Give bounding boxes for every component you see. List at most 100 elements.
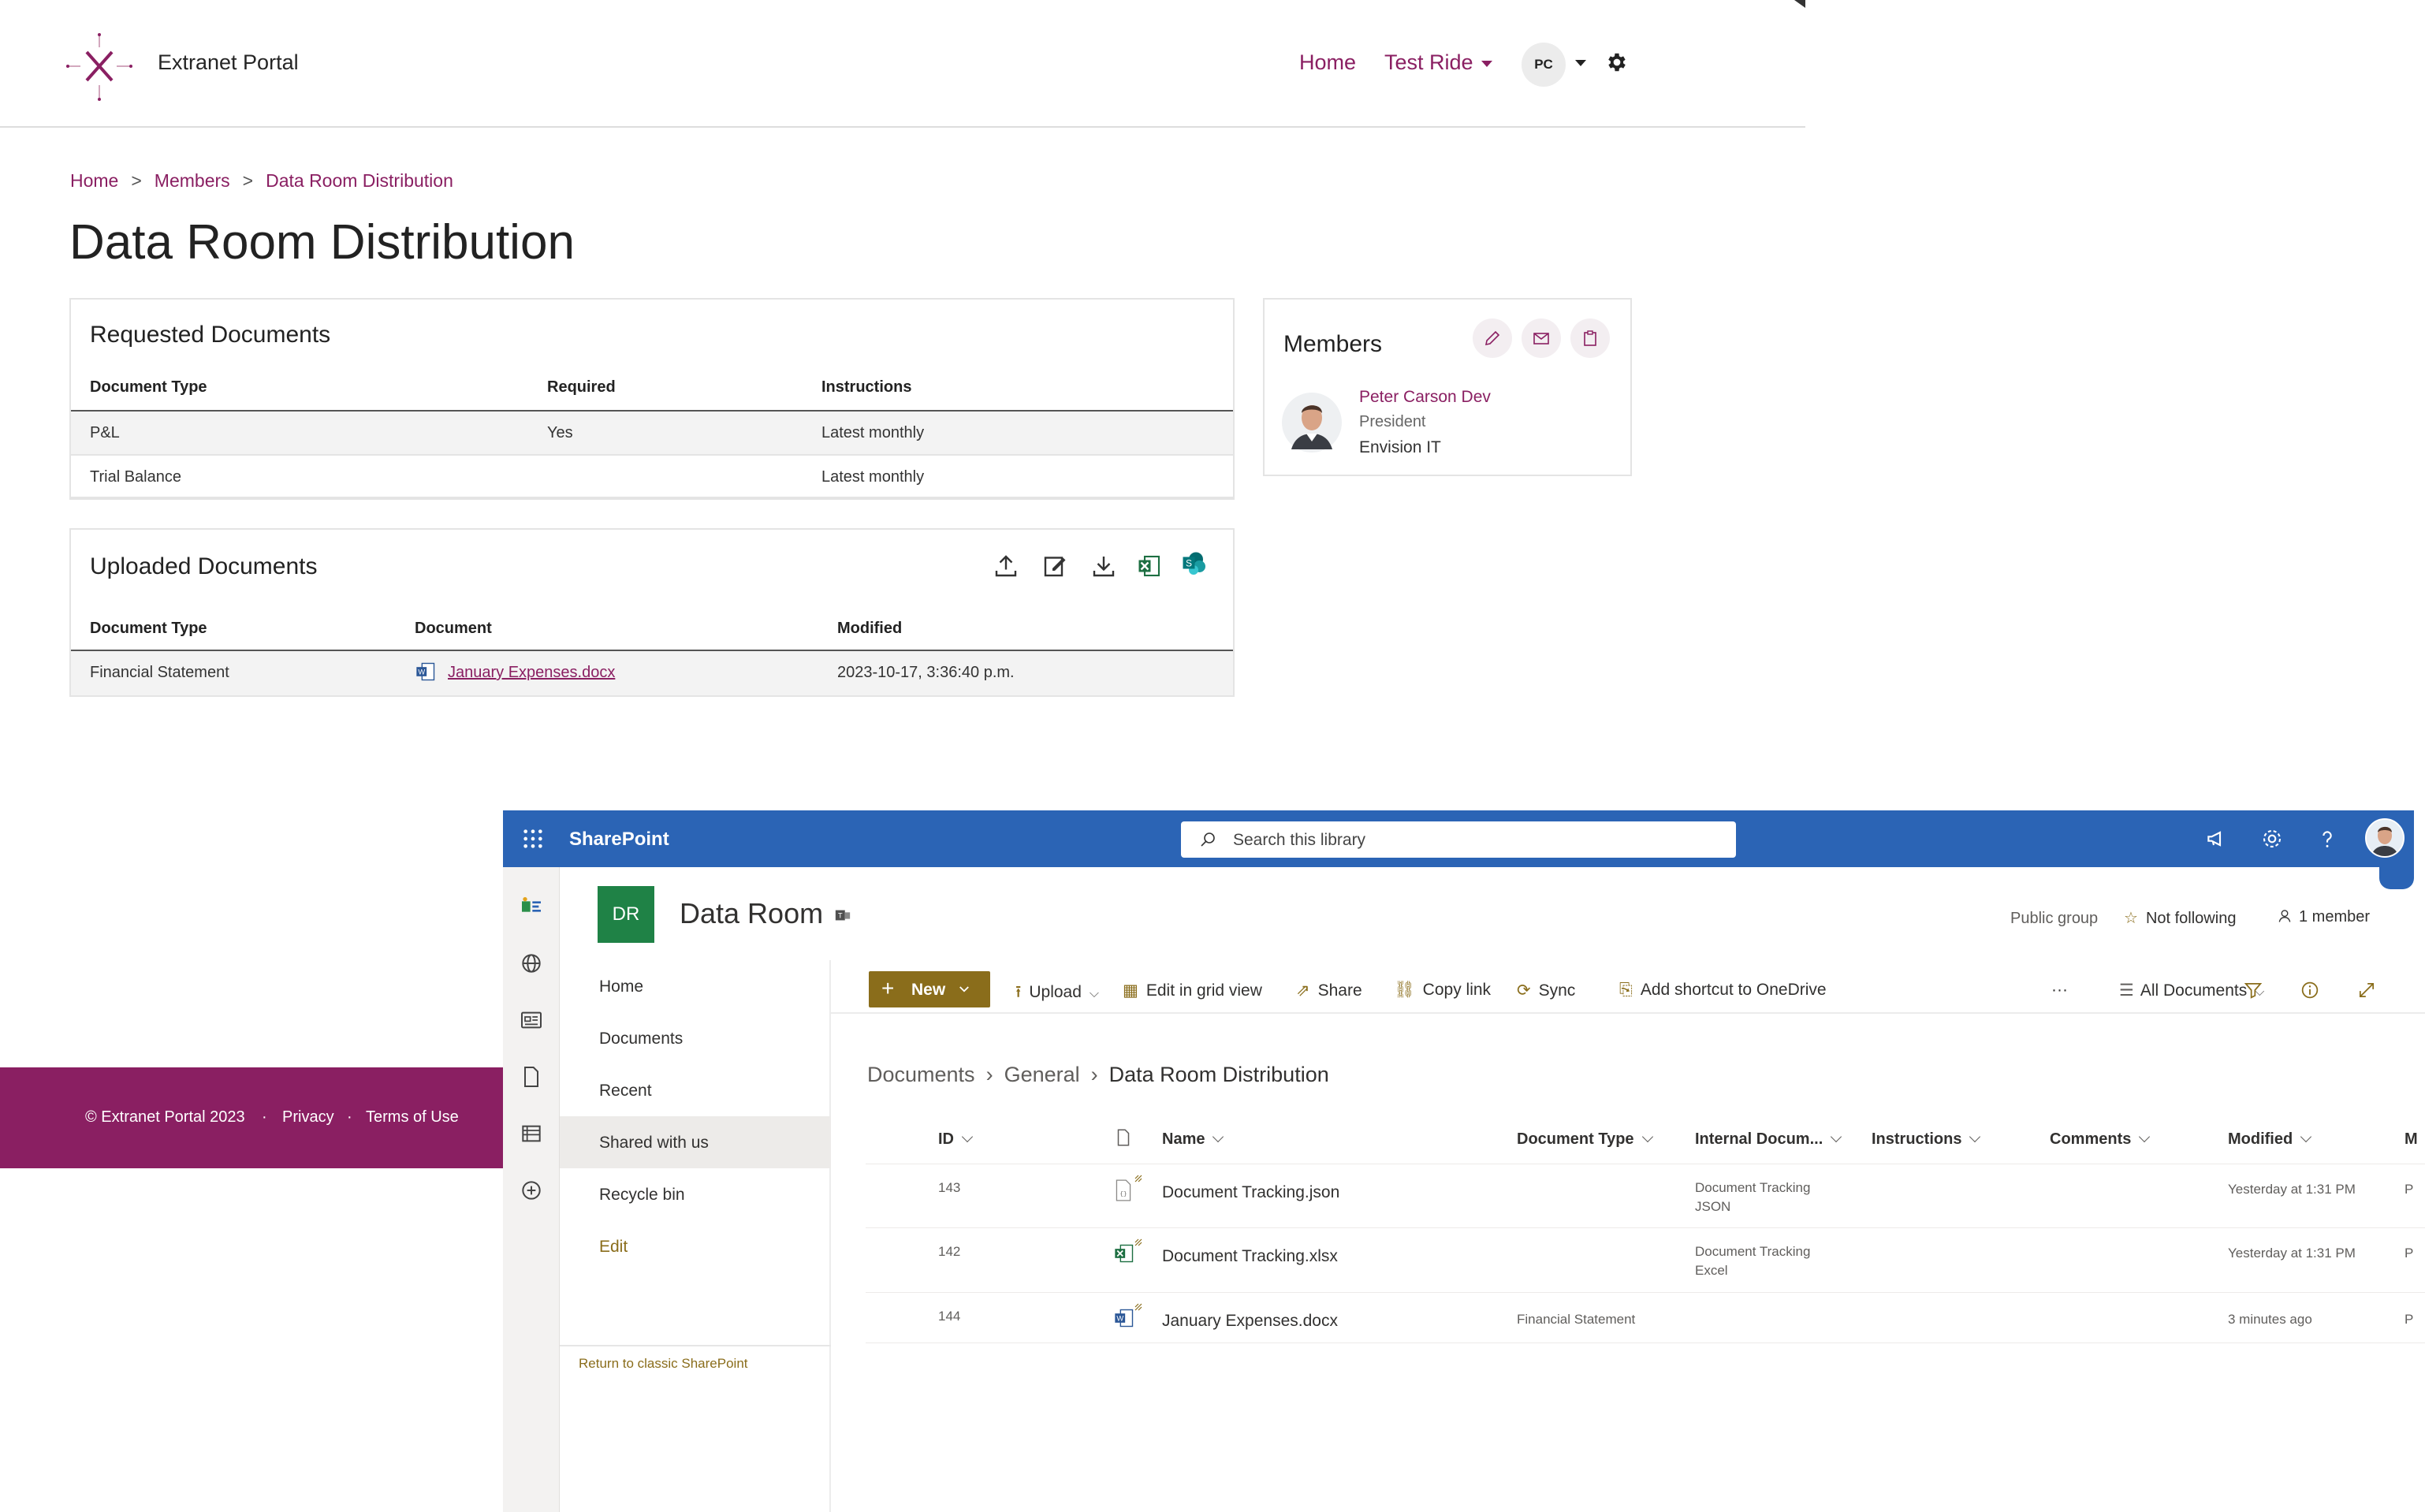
news-icon[interactable] xyxy=(519,1007,544,1033)
table-row[interactable]: 143 {} Document Tracking.json Document T… xyxy=(866,1164,2425,1228)
help-icon[interactable] xyxy=(2315,826,2340,851)
nav-item-documents[interactable]: Documents xyxy=(560,1012,831,1064)
chevron-right-icon: › xyxy=(985,1063,993,1086)
cell-modified: 3 minutes ago xyxy=(2228,1312,2312,1327)
window-corner-mark xyxy=(1794,0,1805,8)
sharepoint-brand[interactable]: SharePoint xyxy=(569,829,669,851)
app-launcher-icon[interactable] xyxy=(522,828,544,850)
file-icon[interactable] xyxy=(519,1064,544,1089)
excel-icon[interactable] xyxy=(1135,552,1164,580)
copy-link-button[interactable]: ⛓ Copy link xyxy=(1394,981,1491,1000)
portal-brand-name[interactable]: Extranet Portal xyxy=(158,50,299,75)
grid-view-button[interactable]: ▦ Edit in grid view xyxy=(1123,981,1262,1000)
nav-item-shared-with-us[interactable]: Shared with us xyxy=(560,1116,831,1168)
column-header-id[interactable]: ID xyxy=(938,1130,974,1149)
sharepoint-icon[interactable]: S xyxy=(1179,549,1208,577)
breadcrumb-members[interactable]: Members xyxy=(155,170,230,191)
nav-test-ride-dropdown[interactable]: Test Ride xyxy=(1384,50,1492,75)
file-name-link[interactable]: January Expenses.docx xyxy=(1162,1312,1338,1331)
portal-footer: © Extranet Portal 2023 · Privacy · Terms… xyxy=(0,1067,505,1168)
library-breadcrumb-current: Data Room Distribution xyxy=(1108,1063,1329,1086)
upload-icon[interactable] xyxy=(992,552,1020,580)
sync-button[interactable]: ⟳ Sync xyxy=(1517,981,1575,1000)
nav-item-recycle-bin[interactable]: Recycle bin xyxy=(560,1168,831,1220)
share-button[interactable]: ⇗ Share xyxy=(1296,981,1362,1000)
cell-id: 144 xyxy=(938,1309,961,1324)
filter-icon[interactable] xyxy=(2242,979,2264,1001)
follow-button[interactable]: ☆ Not following xyxy=(2124,908,2236,928)
nav-item-home[interactable]: Home xyxy=(560,960,831,1012)
add-shortcut-button[interactable]: ⎘ Add shortcut to OneDrive xyxy=(1619,981,1827,1000)
new-item-icon xyxy=(1134,1238,1142,1246)
upload-button[interactable]: ⭱ Upload ⌵ xyxy=(1015,981,1099,1008)
more-actions-button[interactable]: ··· xyxy=(2051,981,2068,1000)
table-row: P&L Yes Latest monthly xyxy=(71,412,1233,456)
file-name-link[interactable]: Document Tracking.json xyxy=(1162,1183,1339,1202)
site-title[interactable]: Data Room xyxy=(680,897,823,930)
globe-icon[interactable] xyxy=(519,951,544,976)
member-avatar[interactable] xyxy=(1282,393,1342,452)
chevron-right-icon: › xyxy=(1090,1063,1098,1086)
breadcrumb-current[interactable]: Data Room Distribution xyxy=(266,170,453,191)
site-logo[interactable]: DR xyxy=(598,886,654,943)
org-logo-icon[interactable] xyxy=(519,894,544,919)
members-button[interactable]: 1 member xyxy=(2277,908,2370,926)
column-header-document-type[interactable]: Document Type xyxy=(1517,1130,1653,1149)
extranet-logo-icon[interactable] xyxy=(65,32,134,101)
members-card: Members Peter Carson Dev President Envis… xyxy=(1263,298,1632,476)
view-lines-icon: ☰ xyxy=(2119,981,2134,1000)
nav-edit-link[interactable]: Edit xyxy=(560,1220,831,1272)
column-header-comments-label: Comments xyxy=(2050,1130,2132,1148)
expand-icon[interactable] xyxy=(2356,979,2378,1001)
nav-home-link[interactable]: Home xyxy=(1299,50,1356,75)
copy-members-button[interactable] xyxy=(1570,318,1610,358)
share-label: Share xyxy=(1317,981,1362,1000)
new-item-icon xyxy=(1134,1303,1142,1311)
members-count-label: 1 member xyxy=(2299,908,2371,925)
user-avatar[interactable]: PC xyxy=(1522,43,1566,87)
cell-modified: Yesterday at 1:31 PM xyxy=(2228,1182,2356,1197)
column-header-comments[interactable]: Comments xyxy=(2050,1130,2151,1149)
search-box[interactable]: Search this library xyxy=(1181,821,1736,858)
cell-internal-document: Document Tracking xyxy=(1695,1180,1811,1195)
member-company: Envision IT xyxy=(1359,438,1441,456)
email-members-button[interactable] xyxy=(1522,318,1561,358)
column-header-internal-document[interactable]: Internal Docum... xyxy=(1695,1130,1842,1149)
column-header-name-label: Name xyxy=(1162,1130,1205,1148)
column-header-instructions[interactable]: Instructions xyxy=(1872,1130,1981,1149)
table-row[interactable]: 144 W January Expenses.docx Financial St… xyxy=(866,1293,2425,1343)
file-name-link[interactable]: Document Tracking.xlsx xyxy=(1162,1247,1338,1266)
user-menu-chevron-icon[interactable] xyxy=(1575,60,1586,66)
gear-icon[interactable] xyxy=(2259,826,2285,851)
column-header-name[interactable]: Name xyxy=(1162,1130,1224,1149)
edit-members-button[interactable] xyxy=(1473,318,1512,358)
table-row[interactable]: 142 Document Tracking.xlsx Document Trac… xyxy=(866,1228,2425,1293)
library-breadcrumb-documents[interactable]: Documents xyxy=(867,1063,975,1086)
user-avatar[interactable] xyxy=(2365,818,2405,858)
new-button[interactable]: + New xyxy=(869,971,990,1007)
member-name-link[interactable]: Peter Carson Dev xyxy=(1359,388,1491,407)
member-role: President xyxy=(1359,413,1426,430)
teams-icon[interactable]: T xyxy=(834,907,851,924)
gear-icon[interactable] xyxy=(1605,50,1629,74)
library-breadcrumb-general[interactable]: General xyxy=(1004,1063,1080,1086)
download-icon[interactable] xyxy=(1090,552,1118,580)
list-icon[interactable] xyxy=(519,1121,544,1146)
cell-required: Yes xyxy=(547,424,573,441)
add-icon[interactable] xyxy=(519,1178,544,1203)
breadcrumb: Home > Members > Data Room Distribution xyxy=(70,170,453,192)
column-header-modified-by[interactable]: M xyxy=(2405,1130,2418,1149)
svg-text:W: W xyxy=(1116,1315,1123,1323)
breadcrumb-home[interactable]: Home xyxy=(70,170,118,191)
cell-modified-by: P xyxy=(2405,1246,2414,1261)
document-link[interactable]: January Expenses.docx xyxy=(448,664,615,682)
footer-terms-link[interactable]: Terms of Use xyxy=(366,1108,459,1127)
return-classic-link[interactable]: Return to classic SharePoint xyxy=(579,1356,748,1372)
footer-privacy-link[interactable]: Privacy xyxy=(282,1108,334,1127)
info-icon[interactable] xyxy=(2299,979,2321,1001)
file-type-icon[interactable] xyxy=(1113,1127,1134,1148)
edit-icon[interactable] xyxy=(1041,552,1069,580)
column-header-modified[interactable]: Modified xyxy=(2228,1130,2312,1149)
nav-item-recent[interactable]: Recent xyxy=(560,1064,831,1116)
megaphone-icon[interactable] xyxy=(2204,826,2229,851)
